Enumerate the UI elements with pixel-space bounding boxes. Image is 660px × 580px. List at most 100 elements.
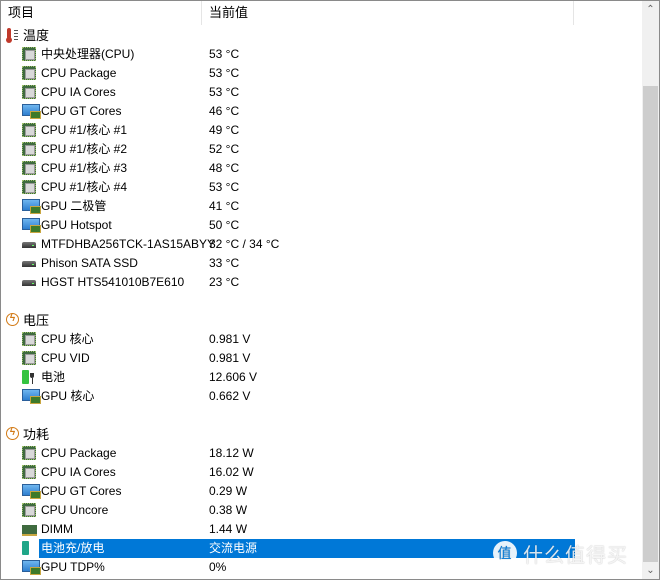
sensor-row[interactable]: CPU 核心 0.981 V xyxy=(1,330,642,349)
group-row[interactable]: 温度 xyxy=(1,26,642,45)
sensor-label: CPU Uncore xyxy=(41,503,109,517)
sensor-label: MTFDHBA256TCK-1AS15ABYY xyxy=(41,237,216,251)
sensor-label: 电池 xyxy=(41,370,66,384)
scroll-up-arrow-icon[interactable]: ⌃ xyxy=(642,1,659,18)
sensor-value: 33 °C xyxy=(209,256,240,270)
cpu-chip-icon xyxy=(22,503,36,517)
cpu-chip-icon xyxy=(22,66,36,80)
sensor-value: 18.12 W xyxy=(209,446,254,460)
sensor-value: 41 °C xyxy=(209,199,240,213)
sensor-value: 23 °C xyxy=(209,275,240,289)
group-row[interactable]: ϟ 功耗 xyxy=(1,425,642,444)
group-row[interactable]: ϟ 电压 xyxy=(1,311,642,330)
sensor-row[interactable]: HGST HTS541010B7E610 23 °C xyxy=(1,273,642,292)
sensor-label: CPU 核心 xyxy=(41,332,94,346)
sensor-row[interactable]: CPU Package 18.12 W xyxy=(1,444,642,463)
sensor-value: 48 °C xyxy=(209,161,240,175)
sensor-label: CPU VID xyxy=(41,351,90,365)
memory-module-icon xyxy=(22,525,37,536)
sensor-value: 53 °C xyxy=(209,66,240,80)
sensor-label: CPU GT Cores xyxy=(41,484,122,498)
sensor-label: GPU 核心 xyxy=(41,389,95,403)
sensor-row[interactable]: Phison SATA SSD 33 °C xyxy=(1,254,642,273)
cpu-chip-icon xyxy=(22,332,36,346)
sensor-row[interactable]: CPU #1/核心 #4 53 °C xyxy=(1,178,642,197)
sensor-value: 0.981 V xyxy=(209,332,251,346)
spacer-row xyxy=(1,292,642,311)
sensor-label: Phison SATA SSD xyxy=(41,256,138,270)
sensor-row[interactable]: CPU VID 0.981 V xyxy=(1,349,642,368)
sensor-row[interactable]: CPU #1/核心 #2 52 °C xyxy=(1,140,642,159)
sensor-value: 32 °C / 34 °C xyxy=(209,237,280,251)
group-label: 功耗 xyxy=(23,427,50,442)
hard-drive-icon xyxy=(22,242,36,248)
vertical-scrollbar[interactable]: ⌃ ⌄ xyxy=(642,1,659,579)
hard-drive-icon xyxy=(22,280,36,286)
sensor-label: GPU Hotspot xyxy=(41,218,112,232)
spacer-row xyxy=(1,406,642,425)
sensor-tree: 温度 中央处理器(CPU) 53 °C CPU Package 53 °C CPU IA … xyxy=(1,26,642,577)
sensor-row[interactable]: DIMM 1.44 W xyxy=(1,520,642,539)
list-header: 项目 当前值 xyxy=(1,1,642,25)
sensor-row[interactable]: CPU Uncore 0.38 W xyxy=(1,501,642,520)
sensor-row[interactable]: MTFDHBA256TCK-1AS15ABYY 32 °C / 34 °C xyxy=(1,235,642,254)
sensor-value: 0.38 W xyxy=(209,503,248,517)
sensor-value: 49 °C xyxy=(209,123,240,137)
sensor-value: 53 °C xyxy=(209,180,240,194)
group-label: 电压 xyxy=(23,313,50,328)
sensor-label: CPU GT Cores xyxy=(41,104,122,118)
sensor-value: 53 °C xyxy=(209,85,240,99)
sensor-label: 电池充/放电 xyxy=(41,541,105,555)
sensor-value: 16.02 W xyxy=(209,465,254,479)
sensor-label: CPU #1/核心 #1 xyxy=(41,123,128,137)
sensor-row[interactable]: GPU 二极管 41 °C xyxy=(1,197,642,216)
plug-icon xyxy=(30,541,34,555)
cpu-chip-icon xyxy=(22,161,36,175)
scroll-down-arrow-icon[interactable]: ⌄ xyxy=(642,562,659,579)
gpu-monitor-icon xyxy=(22,484,41,499)
sensor-row[interactable]: GPU TDP% 0% xyxy=(1,558,642,577)
sensor-value: 50 °C xyxy=(209,218,240,232)
gpu-monitor-icon xyxy=(22,389,41,404)
sensor-row[interactable]: CPU IA Cores 53 °C xyxy=(1,83,642,102)
sensor-value: 0% xyxy=(209,560,227,574)
sensor-row[interactable]: 电池 12.606 V xyxy=(1,368,642,387)
sensor-label: GPU TDP% xyxy=(41,560,105,574)
thermometer-scale-icon xyxy=(14,30,18,41)
sensor-value: 52 °C xyxy=(209,142,240,156)
sensor-label: CPU #1/核心 #3 xyxy=(41,161,128,175)
cpu-chip-icon xyxy=(22,180,36,194)
sensor-row[interactable]: CPU #1/核心 #1 49 °C xyxy=(1,121,642,140)
hard-drive-icon xyxy=(22,261,36,267)
sensor-row[interactable]: GPU 核心 0.662 V xyxy=(1,387,642,406)
sensor-value: 1.44 W xyxy=(209,522,248,536)
gpu-monitor-icon xyxy=(22,199,41,214)
sensor-value: 0.29 W xyxy=(209,484,248,498)
sensor-label: CPU Package xyxy=(41,66,117,80)
sensor-row[interactable]: 电池充/放电 交流电源 xyxy=(1,539,642,558)
column-header-item[interactable]: 项目 xyxy=(1,1,202,25)
lightning-icon: ϟ xyxy=(6,427,19,440)
scrollbar-thumb[interactable] xyxy=(643,86,658,562)
sensor-row[interactable]: CPU GT Cores 46 °C xyxy=(1,102,642,121)
sensor-label: GPU 二极管 xyxy=(41,199,107,213)
sensor-value: 46 °C xyxy=(209,104,240,118)
cpu-chip-icon xyxy=(22,446,36,460)
sensor-value: 交流电源 xyxy=(209,541,258,555)
column-header-value[interactable]: 当前值 xyxy=(202,1,574,25)
gpu-monitor-icon xyxy=(22,560,41,575)
sensor-row[interactable]: CPU #1/核心 #3 48 °C xyxy=(1,159,642,178)
selection-highlight xyxy=(39,539,575,558)
sensor-row[interactable]: GPU Hotspot 50 °C xyxy=(1,216,642,235)
sensor-value: 53 °C xyxy=(209,47,240,61)
sensor-row[interactable]: CPU GT Cores 0.29 W xyxy=(1,482,642,501)
sensor-label: 中央处理器(CPU) xyxy=(41,47,135,61)
sensor-row[interactable]: 中央处理器(CPU) 53 °C xyxy=(1,45,642,64)
cpu-chip-icon xyxy=(22,351,36,365)
sensor-row[interactable]: CPU Package 53 °C xyxy=(1,64,642,83)
sensor-label: HGST HTS541010B7E610 xyxy=(41,275,185,289)
sensor-row[interactable]: CPU IA Cores 16.02 W xyxy=(1,463,642,482)
sensor-label: CPU #1/核心 #4 xyxy=(41,180,128,194)
sensor-value: 0.662 V xyxy=(209,389,251,403)
sensor-label: CPU #1/核心 #2 xyxy=(41,142,128,156)
